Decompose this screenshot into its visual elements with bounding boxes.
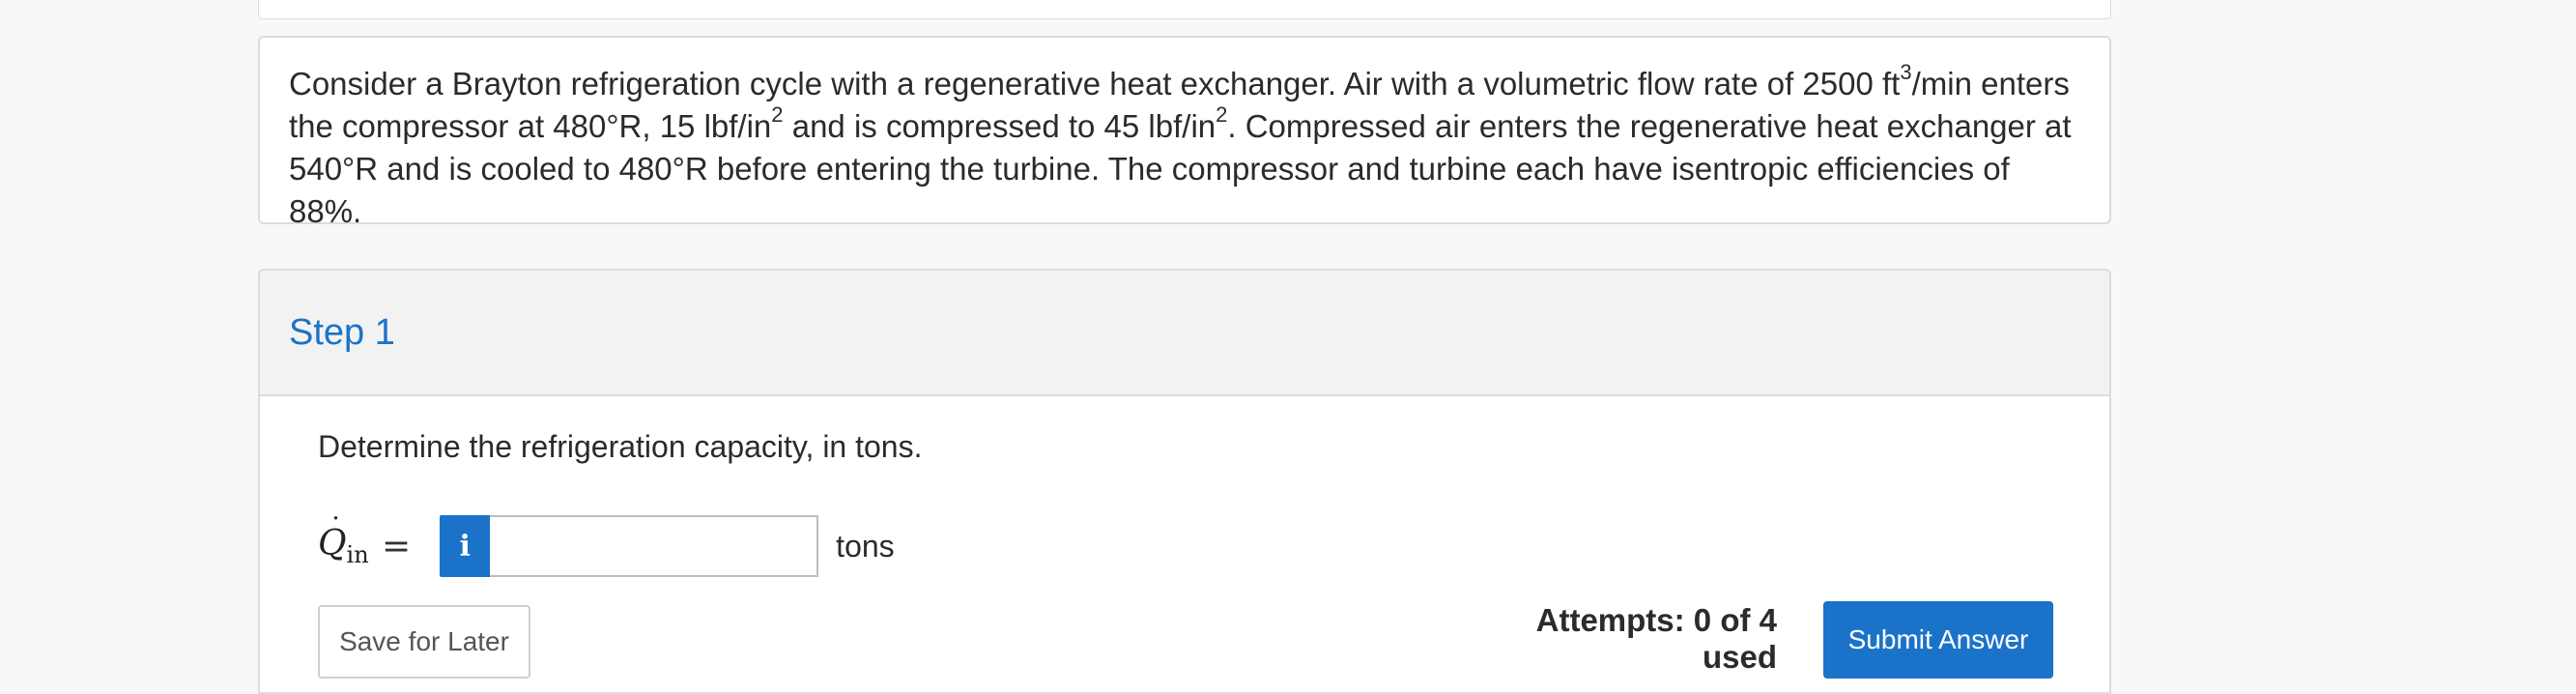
unit-label: tons: [836, 528, 895, 564]
info-icon[interactable]: i: [440, 515, 491, 577]
variable-label: Q ˙ in: [318, 511, 369, 569]
step-header: Step 1: [260, 271, 2109, 396]
attempts-counter: Attempts: 0 of 4 used: [1535, 602, 1777, 675]
submit-answer-button[interactable]: Submit Answer: [1823, 601, 2053, 679]
answer-input[interactable]: [490, 515, 819, 577]
question-text: Consider a Brayton refrigeration cycle w…: [289, 60, 2072, 230]
question-card: Consider a Brayton refrigeration cycle w…: [258, 36, 2111, 229]
answer-row: Q ˙ in = i tons: [318, 511, 895, 578]
step-title: Step 1: [289, 311, 395, 353]
step-card: Step 1 Determine the refrigeration capac…: [258, 269, 2111, 694]
previous-card-edge: [258, 0, 2111, 19]
equals-sign: =: [382, 526, 412, 566]
save-for-later-button[interactable]: Save for Later: [318, 605, 530, 679]
step-prompt: Determine the refrigeration capacity, in…: [318, 429, 923, 464]
